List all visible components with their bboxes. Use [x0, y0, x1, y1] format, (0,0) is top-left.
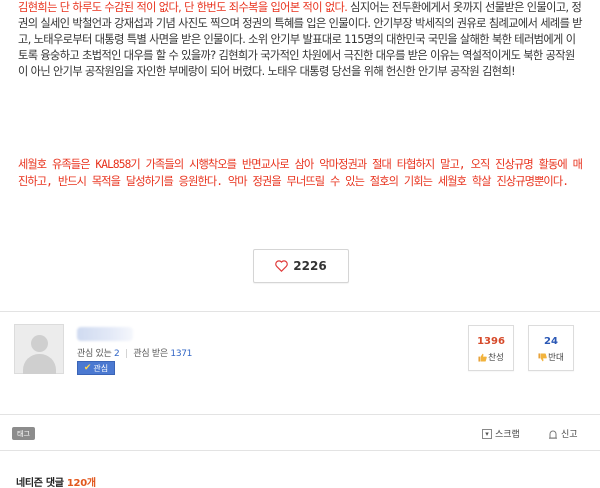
avatar[interactable]	[14, 324, 64, 374]
report-button[interactable]: 신고	[548, 427, 578, 440]
add-interest-button[interactable]: ✔ 관심	[77, 361, 115, 375]
article-body: 김현희는 단 하루도 수감된 적이 없다, 단 한번도 죄수복을 입어본 적이 …	[18, 0, 584, 188]
like-button[interactable]: 2226	[253, 249, 349, 283]
vote-up-count: 1396	[477, 336, 505, 347]
thumbs-down-icon	[538, 352, 547, 361]
add-interest-label: 관심	[93, 363, 109, 373]
vote-down-label: 반대	[548, 353, 564, 363]
article-paragraph-2: 세월호 유족들은 KAL858기 가족들의 시행착오를 반면교사로 삼아 악마정…	[18, 158, 583, 188]
heart-outline-icon	[275, 260, 289, 272]
scrap-button[interactable]: ▾ 스크랩	[482, 427, 520, 440]
avatar-body-shape	[23, 354, 56, 374]
vote-down-button[interactable]: 24 반대	[528, 325, 574, 371]
divider	[0, 311, 600, 312]
article-toolbar: 태그 ▾ 스크랩 신고	[12, 424, 588, 444]
vote-down-label-row: 반대	[529, 351, 573, 363]
vote-up-label-row: 찬성	[469, 351, 513, 363]
divider	[0, 414, 600, 415]
highlight-text: 김현희는 단 하루도 수감된 적이 없다, 단 한번도 죄수복을 입어본 적이 …	[18, 1, 348, 14]
received-count[interactable]: 1371	[170, 349, 192, 359]
like-count: 2226	[293, 259, 327, 273]
comments-count: 120개	[66, 478, 96, 488]
comments-heading: 네티즌 댓글 120개	[16, 474, 96, 488]
check-icon: ✔	[83, 363, 92, 373]
scrap-icon: ▾	[482, 428, 492, 439]
scrap-label: 스크랩	[495, 430, 520, 440]
tag-button[interactable]: 태그	[12, 427, 35, 440]
article-paragraph-1: 김현희는 단 하루도 수감된 적이 없다, 단 한번도 죄수복을 입어본 적이 …	[18, 0, 584, 80]
report-label: 신고	[561, 430, 578, 440]
interest-label: 관심 있는	[77, 349, 112, 359]
divider	[0, 450, 600, 451]
author-nickname-blurred[interactable]	[77, 327, 133, 341]
received-label: 관심 받은	[133, 349, 168, 359]
thumbs-up-icon	[478, 353, 487, 362]
comments-title-label: 네티즌 댓글	[16, 478, 64, 488]
vote-down-count: 24	[544, 336, 558, 347]
vote-up-label: 찬성	[488, 353, 504, 363]
avatar-head-shape	[31, 335, 48, 352]
author-stats: 관심 있는 2 | 관심 받은 1371	[77, 346, 192, 359]
interest-count[interactable]: 2	[114, 349, 120, 359]
vote-up-button[interactable]: 1396 찬성	[468, 325, 514, 371]
stats-separator: |	[125, 349, 128, 359]
report-icon	[549, 429, 557, 439]
